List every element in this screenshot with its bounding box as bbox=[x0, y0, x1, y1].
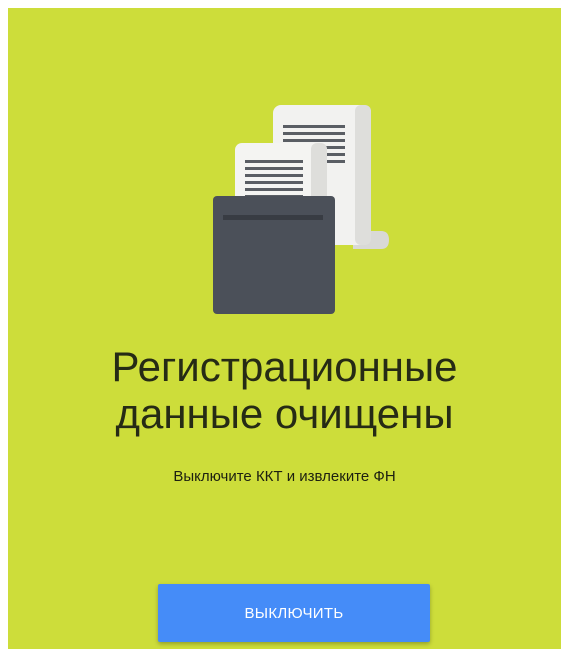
printer-body bbox=[213, 196, 335, 314]
page-title-line-2: данные очищены bbox=[115, 390, 454, 437]
instruction-text: Выключите ККТ и извлеките ФН bbox=[173, 468, 396, 485]
printer-slot bbox=[223, 215, 323, 220]
printer-with-receipts-icon bbox=[213, 105, 389, 314]
page-title-line-1: Регистрационные bbox=[111, 343, 458, 390]
power-off-button[interactable]: ВЫКЛЮЧИТЬ bbox=[158, 584, 430, 642]
status-screen: Регистрационные данные очищены Выключите… bbox=[8, 8, 561, 649]
back-receipt-edge bbox=[355, 105, 371, 245]
page-title: Регистрационные данные очищены bbox=[8, 343, 561, 437]
